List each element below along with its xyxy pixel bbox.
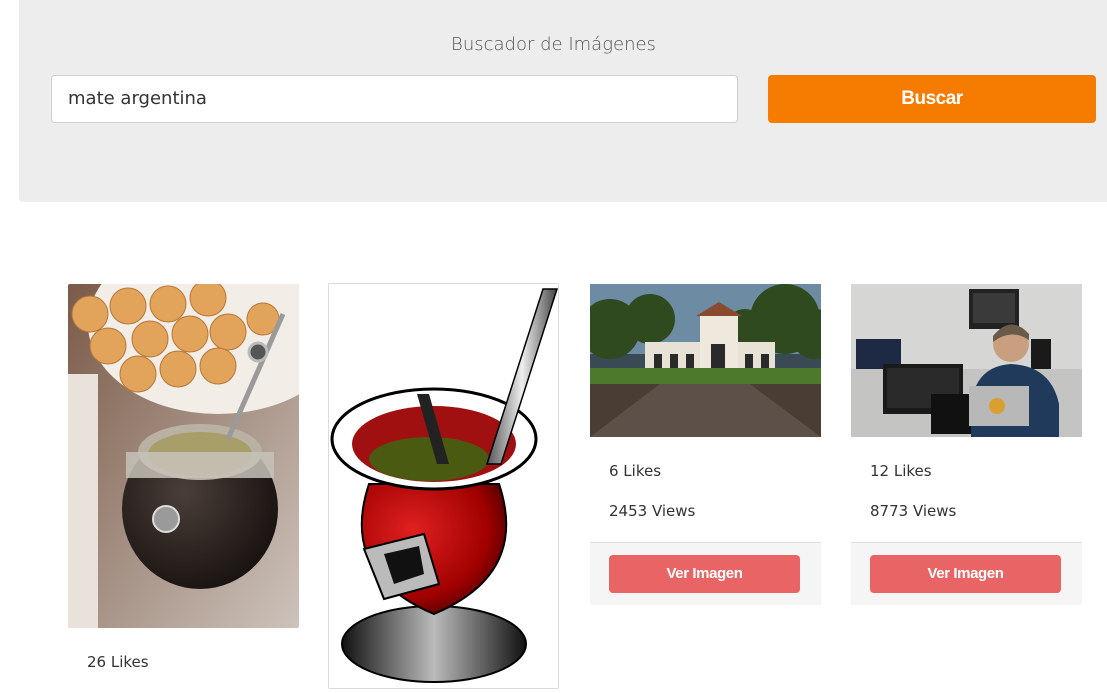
search-title: Buscador de Imágenes <box>451 34 656 55</box>
image-card: 26 Likes <box>68 284 299 693</box>
views-count: 2453 Views <box>609 502 696 520</box>
result-image-mate-illustration[interactable] <box>329 284 558 688</box>
likes-count: 6 Likes <box>609 462 662 480</box>
search-button[interactable]: Buscar <box>768 75 1096 123</box>
image-card <box>328 283 559 689</box>
views-count: 8773 Views <box>870 502 957 520</box>
image-card: 6 Likes 2453 Views Ver Imagen <box>590 284 821 605</box>
result-image-building[interactable] <box>590 284 821 437</box>
view-image-button[interactable]: Ver Imagen <box>609 555 800 593</box>
likes-count: 26 Likes <box>87 653 149 671</box>
view-image-button[interactable]: Ver Imagen <box>870 555 1061 593</box>
search-input[interactable]: mate argentina <box>51 75 738 123</box>
likes-count: 12 Likes <box>870 462 932 480</box>
image-card: 12 Likes 8773 Views Ver Imagen <box>851 284 1082 605</box>
card-footer: Ver Imagen <box>851 542 1082 605</box>
result-image-mate-photo[interactable] <box>68 284 299 628</box>
card-footer: Ver Imagen <box>590 542 821 605</box>
result-image-office[interactable] <box>851 284 1082 437</box>
